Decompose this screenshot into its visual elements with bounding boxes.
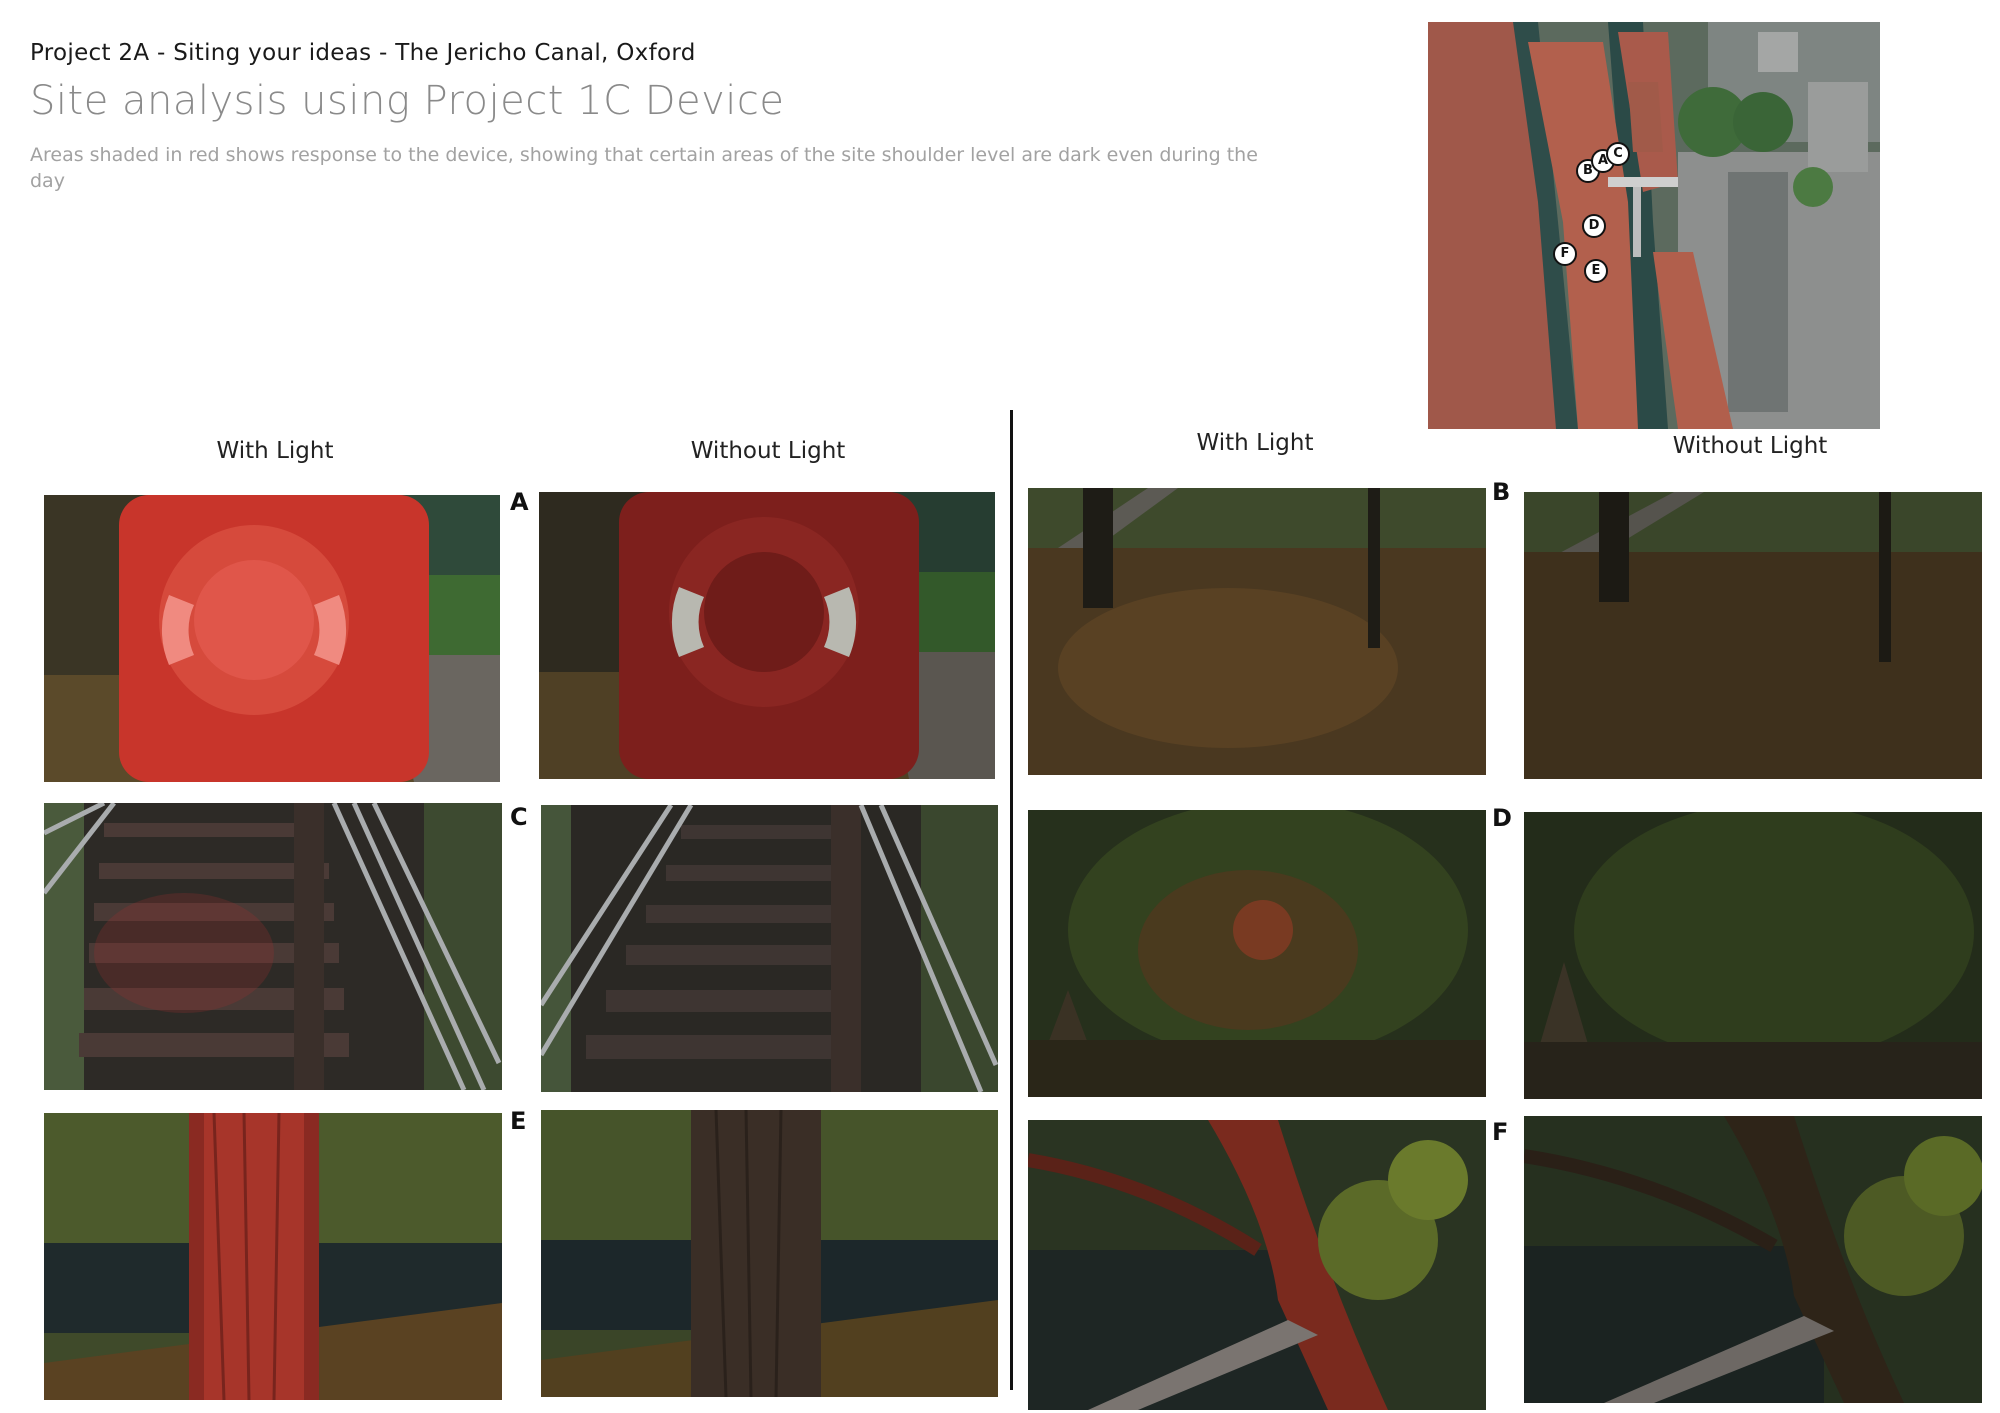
row-letter-b: B <box>1492 478 1511 506</box>
left-without-light-label: Without Light <box>690 438 846 464</box>
photo-a-with-light <box>44 495 500 782</box>
photo-e-without-light <box>541 1110 998 1397</box>
row-letter-e: E <box>510 1107 527 1135</box>
page-title: Site analysis using Project 1C Device <box>30 78 785 124</box>
aerial-site-map: B A C D F E <box>1428 22 1880 429</box>
photo-f-without-light <box>1524 1116 1982 1403</box>
photo-c-without-light <box>541 805 998 1092</box>
photo-b-with-light <box>1028 488 1486 775</box>
right-with-light-label: With Light <box>1196 430 1314 456</box>
map-marker-f: F <box>1553 242 1577 266</box>
map-marker-c: C <box>1606 142 1630 166</box>
project-subtitle: Project 2A - Siting your ideas - The Jer… <box>30 40 696 66</box>
photo-c-with-light <box>44 803 502 1090</box>
left-with-light-label: With Light <box>216 438 334 464</box>
photo-d-without-light <box>1524 812 1982 1099</box>
right-without-light-label: Without Light <box>1672 433 1828 459</box>
description-text: Areas shaded in red shows response to th… <box>30 144 1258 192</box>
photo-b-without-light <box>1524 492 1982 779</box>
photo-f-with-light <box>1028 1120 1486 1410</box>
panel-divider <box>1010 410 1013 1390</box>
row-letter-f: F <box>1492 1118 1509 1146</box>
map-marker-d: D <box>1582 214 1606 238</box>
aerial-map-image <box>1428 22 1880 429</box>
map-marker-e: E <box>1584 259 1608 283</box>
row-letter-c: C <box>510 803 528 831</box>
photo-d-with-light <box>1028 810 1486 1097</box>
row-letter-a: A <box>510 488 529 516</box>
row-letter-d: D <box>1492 804 1512 832</box>
photo-a-without-light <box>539 492 995 779</box>
photo-e-with-light <box>44 1113 502 1400</box>
